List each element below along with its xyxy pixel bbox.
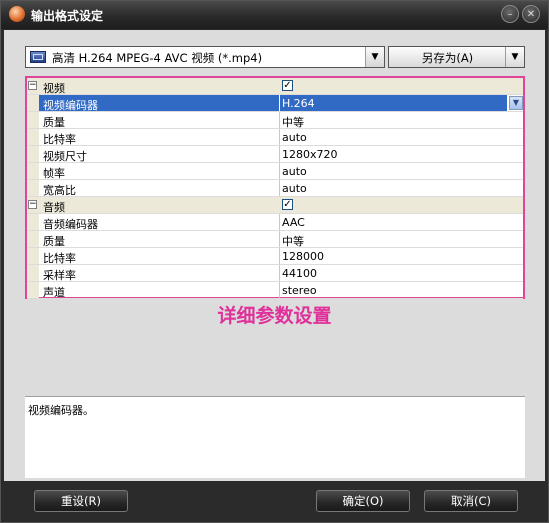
collapse-icon[interactable]: − — [28, 200, 37, 209]
property-name: 质量 — [43, 235, 65, 248]
property-name: 质量 — [43, 116, 65, 129]
title-bar[interactable]: 输出格式设定 – ✕ — [1, 1, 548, 29]
save-as-button[interactable]: 另存为(A) ▼ — [388, 46, 525, 68]
property-name: 视频尺寸 — [43, 150, 87, 163]
checkmark-icon: ✓ — [283, 80, 292, 91]
property-name: 比特率 — [43, 252, 76, 265]
video-enable-checkbox[interactable]: ✓ — [282, 80, 293, 91]
category-row-video[interactable]: − 视频 ✓ — [27, 78, 523, 95]
close-button[interactable]: ✕ — [522, 5, 540, 23]
minimize-button[interactable]: – — [501, 5, 519, 23]
category-label: 视频 — [43, 82, 65, 95]
property-grid: − 视频 ✓ 视频编码器 H.264 ▼ 质量 中等 比特率 auto 视频尺寸… — [25, 76, 525, 299]
category-row-audio[interactable]: − 音频 ✓ — [27, 197, 523, 214]
dialog-window: 输出格式设定 – ✕ 高清 H.264 MPEG-4 AVC 视频 (*.mp4… — [0, 0, 549, 523]
annotation-caption: 详细参数设置 — [217, 305, 332, 327]
property-value[interactable]: 中等 — [282, 114, 304, 130]
category-label: 音频 — [43, 201, 65, 214]
collapse-icon[interactable]: − — [28, 81, 37, 90]
property-value[interactable]: stereo — [282, 284, 317, 297]
property-row[interactable]: 宽高比 auto — [27, 180, 523, 197]
property-name: 音频编码器 — [43, 218, 98, 231]
row-gutter: − — [27, 78, 39, 94]
property-row[interactable]: 比特率 auto — [27, 129, 523, 146]
property-name: 视频编码器 — [43, 99, 98, 112]
save-as-label: 另存为(A) — [421, 51, 474, 65]
chevron-down-icon[interactable]: ▼ — [509, 96, 523, 110]
property-value[interactable]: auto — [282, 182, 307, 195]
property-value[interactable]: auto — [282, 165, 307, 178]
cancel-button[interactable]: 取消(C) — [424, 490, 518, 512]
format-select[interactable]: 高清 H.264 MPEG-4 AVC 视频 (*.mp4) ▼ — [25, 46, 385, 68]
property-name: 采样率 — [43, 269, 76, 282]
format-select-value: 高清 H.264 MPEG-4 AVC 视频 (*.mp4) — [52, 51, 263, 65]
row-gutter: − — [27, 197, 39, 213]
property-value[interactable]: 44100 — [282, 267, 317, 280]
chevron-down-icon[interactable]: ▼ — [365, 47, 384, 67]
property-value[interactable]: 中等 — [282, 233, 304, 249]
ok-button[interactable]: 确定(O) — [316, 490, 410, 512]
property-row[interactable]: 质量 中等 — [27, 112, 523, 129]
property-value[interactable]: AAC — [282, 216, 305, 229]
window-title: 输出格式设定 — [31, 9, 104, 23]
property-row[interactable]: 帧率 auto — [27, 163, 523, 180]
audio-enable-checkbox[interactable]: ✓ — [282, 199, 293, 210]
property-row[interactable]: 比特率 128000 — [27, 248, 523, 265]
property-row[interactable]: 质量 中等 — [27, 231, 523, 248]
property-name: 帧率 — [43, 167, 65, 180]
reset-button[interactable]: 重设(R) — [34, 490, 128, 512]
close-icon: ✕ — [526, 9, 536, 20]
property-name: 宽高比 — [43, 184, 76, 197]
chevron-down-icon[interactable]: ▼ — [505, 47, 524, 67]
property-value[interactable]: H.264 — [282, 97, 315, 110]
property-value[interactable]: 1280x720 — [282, 148, 338, 161]
property-value[interactable]: 128000 — [282, 250, 324, 263]
property-row[interactable]: 视频编码器 H.264 ▼ — [27, 95, 523, 112]
property-row[interactable]: 视频尺寸 1280x720 — [27, 146, 523, 163]
checkmark-icon: ✓ — [283, 199, 292, 210]
app-icon — [9, 6, 25, 22]
description-panel: 视频编码器。 — [25, 396, 525, 478]
property-row[interactable]: 采样率 44100 — [27, 265, 523, 282]
minimize-icon: – — [507, 9, 513, 20]
description-text: 视频编码器。 — [28, 404, 94, 417]
hd-video-icon — [30, 51, 46, 63]
property-name: 声道 — [43, 286, 65, 299]
property-row[interactable]: 音频编码器 AAC — [27, 214, 523, 231]
property-row[interactable]: 声道 stereo — [27, 282, 523, 299]
property-value[interactable]: auto — [282, 131, 307, 144]
client-area: 高清 H.264 MPEG-4 AVC 视频 (*.mp4) ▼ 另存为(A) … — [4, 30, 545, 481]
property-name: 比特率 — [43, 133, 76, 146]
